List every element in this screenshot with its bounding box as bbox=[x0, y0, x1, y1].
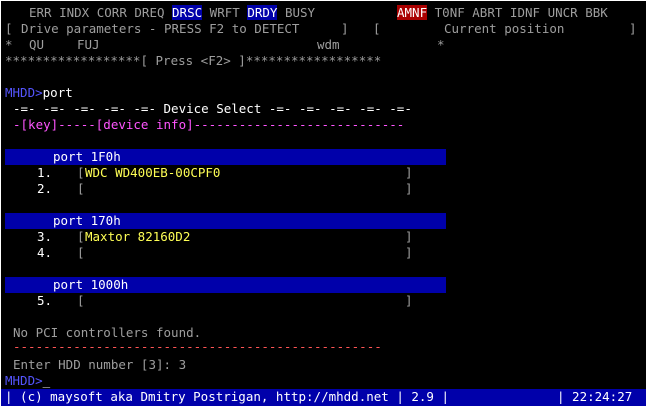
flag-dreq: DREQ bbox=[134, 5, 165, 20]
device-row-3[interactable]: 3. bbox=[37, 229, 52, 245]
status-bar: | (c) maysoft aka Dmitry Postrigan, http… bbox=[1, 389, 646, 406]
drive-model: QU bbox=[29, 37, 45, 52]
enter-hdd-label: Enter HDD number [3]: bbox=[13, 357, 172, 372]
message-divider: ----------------------------------------… bbox=[13, 339, 382, 354]
drive-params-close: ] bbox=[341, 21, 349, 36]
flag-busy: BUSY bbox=[284, 5, 316, 20]
flag-err: ERR bbox=[29, 5, 52, 20]
position-open: [ bbox=[373, 21, 381, 36]
terminal-window: ERR INDX CORR DREQ DRSC WRFT DRDY BUSY A… bbox=[1, 1, 646, 406]
flag-corr: CORR bbox=[96, 5, 127, 20]
device-key: 4. bbox=[37, 245, 53, 260]
device-bracket-open: [ bbox=[77, 181, 85, 196]
press-f2-line: ******************[ Press <F2> ]********… bbox=[5, 53, 382, 68]
flag-drsc: DRSC bbox=[172, 5, 203, 20]
port-1f0-label: port 1F0h bbox=[53, 149, 121, 164]
device-bracket-open: [ bbox=[77, 229, 85, 244]
status-flags-row-right: AMNF T0NF ABRT IDNF UNCR BBK bbox=[397, 5, 608, 21]
prompt-line-2[interactable]: MHDD>_ bbox=[5, 373, 50, 389]
prompt: MHDD> bbox=[5, 85, 43, 100]
drive-params-label: Drive parameters - PRESS F2 to DETECT bbox=[21, 21, 300, 36]
device-select-title: -=- -=- -=- -=- -=- Device Select -=- -=… bbox=[13, 101, 412, 116]
device-row-4[interactable]: 4. bbox=[37, 245, 52, 261]
device-key: 3. bbox=[37, 229, 53, 244]
flag-idnf: IDNF bbox=[509, 5, 541, 20]
clock-text: | 22:24:27 bbox=[557, 389, 633, 404]
device-row-5[interactable]: 5. bbox=[37, 293, 52, 309]
current-position-label: Current position bbox=[444, 21, 565, 36]
device-key: 2. bbox=[37, 181, 53, 196]
flag-t0nf: T0NF bbox=[434, 5, 465, 20]
flag-wrft: WRFT bbox=[209, 5, 240, 20]
device-bracket-open: [ bbox=[77, 165, 85, 180]
flag-bbk: BBK bbox=[585, 5, 608, 20]
flag-amnf: AMNF bbox=[397, 5, 428, 20]
device-info-1[interactable]: WDC WD400EB-00CPF0 bbox=[85, 165, 220, 181]
device-bracket-close: ] bbox=[405, 245, 413, 260]
port-170-label: port 170h bbox=[53, 213, 121, 228]
prompt-2: MHDD> bbox=[5, 373, 43, 388]
port-1000-label: port 1000h bbox=[53, 277, 129, 292]
command-line: MHDD>port bbox=[5, 85, 73, 101]
enter-hdd-prompt[interactable]: Enter HDD number [3]: 3 bbox=[13, 357, 186, 373]
dos-screen: ERR INDX CORR DREQ DRSC WRFT DRDY BUSY A… bbox=[0, 0, 651, 412]
model-star-end: * bbox=[437, 37, 445, 52]
copyright-text: | (c) maysoft aka Dmitry Postrigan, http… bbox=[5, 389, 450, 404]
device-row-2[interactable]: 2. bbox=[37, 181, 52, 197]
drive-serial: FUJ bbox=[77, 37, 100, 52]
enter-hdd-value[interactable]: 3 bbox=[179, 357, 187, 372]
flag-indx: INDX bbox=[59, 5, 90, 20]
device-key: 5. bbox=[37, 293, 53, 308]
device-key: 1. bbox=[37, 165, 53, 180]
drive-name: wdm bbox=[317, 37, 340, 52]
device-bracket-close: ] bbox=[405, 293, 413, 308]
device-info-3[interactable]: Maxtor 82160D2 bbox=[85, 229, 190, 245]
device-bracket-close: ] bbox=[405, 181, 413, 196]
drive-params-open: [ bbox=[5, 21, 13, 36]
position-close: ] bbox=[629, 21, 637, 36]
flag-abrt: ABRT bbox=[472, 5, 503, 20]
command-text: port bbox=[42, 85, 73, 100]
device-select-header: -[key]-----[device info]----------------… bbox=[13, 117, 405, 132]
flag-drdy: DRDY bbox=[247, 5, 278, 20]
device-bracket-open: [ bbox=[77, 293, 85, 308]
status-flags-row: ERR INDX CORR DREQ DRSC WRFT DRDY BUSY bbox=[29, 5, 315, 21]
device-bracket-close: ] bbox=[405, 165, 413, 180]
device-bracket-open: [ bbox=[77, 245, 85, 260]
text-cursor: _ bbox=[42, 373, 51, 388]
device-bracket-close: ] bbox=[405, 229, 413, 244]
device-row-1[interactable]: 1. bbox=[37, 165, 52, 181]
model-star-start: * bbox=[5, 37, 13, 52]
flag-unc: UNCR bbox=[547, 5, 578, 20]
